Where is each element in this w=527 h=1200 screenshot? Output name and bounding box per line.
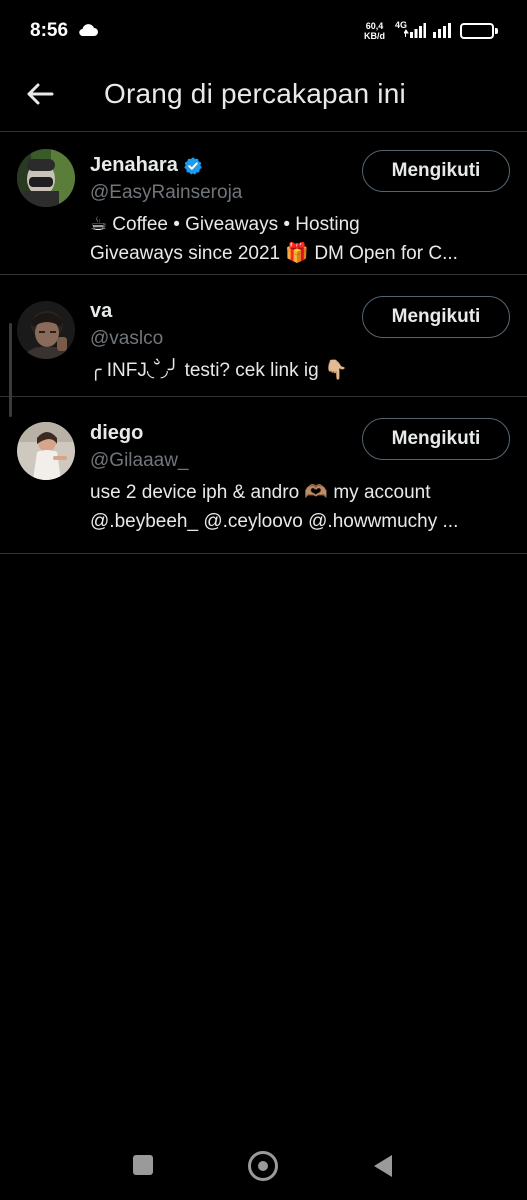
display-name[interactable]: Jenahara [90,154,203,177]
bio-line: ╭ INFJ◟˘̀◞╯ testi? cek link ig 👇🏼 [90,360,348,381]
back-button[interactable] [22,76,58,112]
cloud-icon [79,24,98,36]
handle: @Gilaaaw_ [90,450,189,471]
battery-cap [495,28,498,34]
avatar[interactable] [17,422,75,480]
following-button[interactable]: Mengikuti [362,150,510,192]
bio: ☕ Coffee • Giveaways • Hosting Giveaways… [90,210,510,268]
display-name-text: diego [90,422,144,444]
user-row-va[interactable]: va @vaslco ╭ INFJ◟˘̀◞╯ testi? cek link i… [0,275,527,397]
network-speed-unit: KB/d [364,31,385,41]
home-dot-icon [258,1161,268,1171]
status-bar: 8:56 60,4 KB/d 4G 94 [0,0,527,62]
user-list: Jenahara @EasyRainseroja ☕ Coffee • Give… [0,132,527,554]
bio-line: @.beybeeh_ @.ceyloovo @.howwmuchy ... [90,511,459,532]
verified-badge-icon [184,156,202,175]
display-name-text: Jenahara [90,154,178,176]
battery-icon: 94 [460,23,494,39]
signal-strength-icon-2 [433,23,451,38]
avatar-image [17,149,75,207]
user-row-jenahara[interactable]: Jenahara @EasyRainseroja ☕ Coffee • Give… [0,132,527,275]
bio: ╭ INFJ◟˘̀◞╯ testi? cek link ig 👇🏼 [90,356,510,385]
nav-back-button[interactable] [372,1153,394,1179]
display-name[interactable]: va [90,300,112,323]
status-time: 8:56 [30,20,69,41]
network-speed: 60,4 KB/d [364,21,385,41]
arrow-left-icon [27,83,54,105]
screen: 8:56 60,4 KB/d 4G 94 Orang di percakapan… [0,0,527,1200]
network-speed-value: 60,4 [365,21,384,31]
header: Orang di percakapan ini [0,62,527,132]
recent-apps-button[interactable] [133,1155,153,1175]
avatar-image [17,422,75,480]
bio-line: ☕ Coffee • Giveaways • Hosting [90,214,360,235]
user-row-diego[interactable]: diego @Gilaaaw_ use 2 device iph & andro… [0,397,527,554]
signal-strength-icon [404,23,426,38]
following-button[interactable]: Mengikuti [362,418,510,460]
following-button[interactable]: Mengikuti [362,296,510,338]
page-title: Orang di percakapan ini [104,78,406,109]
avatar[interactable] [17,301,75,359]
handle: @EasyRainseroja [90,182,243,203]
avatar-image [17,301,75,359]
handle: @vaslco [90,328,164,349]
bio-line: Giveaways since 2021 🎁 DM Open for C... [90,243,458,264]
home-button[interactable] [248,1151,278,1181]
scroll-indicator[interactable] [9,323,12,417]
bio-line: use 2 device iph & andro 🫶🏽 my account [90,482,431,503]
bio: use 2 device iph & andro 🫶🏽 my account @… [90,478,510,536]
battery-percent: 94 [470,25,484,37]
display-name[interactable]: diego [90,422,143,445]
avatar[interactable] [17,149,75,207]
display-name-text: va [90,300,113,322]
